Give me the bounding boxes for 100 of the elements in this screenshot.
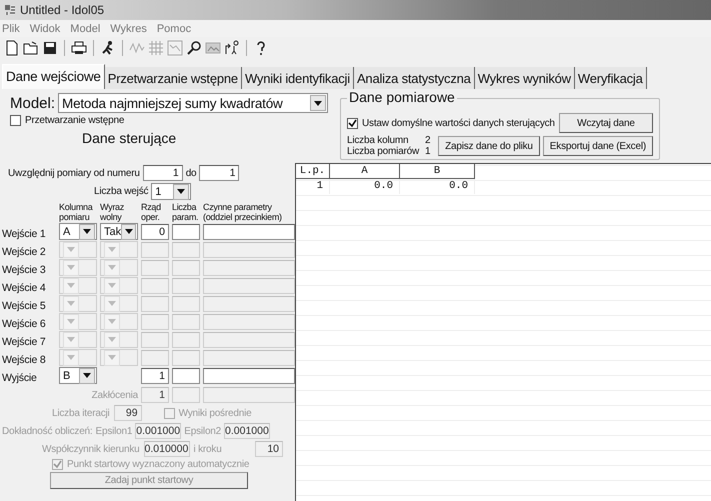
- menu-item[interactable]: Plik: [2, 22, 20, 34]
- dropdown-arrow-icon: [83, 373, 91, 378]
- menu-item[interactable]: Pomoc: [156, 22, 192, 34]
- precision-label: Dokładność obliczeń:: [2, 426, 92, 436]
- row-label: Wejście 6: [2, 318, 47, 330]
- parameters-field[interactable]: [203, 332, 295, 348]
- tab[interactable]: Przetwarzanie wstępne: [104, 67, 242, 89]
- model-dropdown[interactable]: Metoda najmniejszej sumy kwadratów: [58, 93, 328, 113]
- param-count-field[interactable]: [172, 368, 200, 384]
- intercept-dropdown[interactable]: [100, 277, 138, 294]
- intercept-dropdown[interactable]: [100, 331, 138, 348]
- parameters-field[interactable]: [203, 278, 295, 294]
- export-data-button[interactable]: Eksportuj dane (Excel): [542, 136, 653, 156]
- param-count-field[interactable]: [172, 242, 200, 258]
- intercept-dropdown[interactable]: [100, 295, 138, 312]
- input-count-dropdown[interactable]: 1: [151, 183, 192, 200]
- input-field[interactable]: 1: [199, 165, 240, 181]
- parameters-field[interactable]: [203, 350, 295, 366]
- order-field[interactable]: [141, 260, 169, 276]
- dropdown-arrow-icon: [177, 189, 186, 194]
- intercept-dropdown[interactable]: [100, 349, 138, 366]
- menu-item[interactable]: Widok: [30, 22, 60, 34]
- parameters-field[interactable]: [203, 387, 295, 403]
- dropdown-arrow-icon: [124, 229, 133, 234]
- column-heading: Wyraz wolny: [100, 202, 125, 222]
- param-count-field[interactable]: [172, 350, 200, 366]
- noise-label: Zakłócenia: [92, 390, 138, 401]
- parameters-field[interactable]: [203, 368, 295, 384]
- column-dropdown[interactable]: A: [59, 223, 97, 240]
- input-field[interactable]: 1: [142, 165, 183, 181]
- load-data-button[interactable]: Wczytaj dane: [558, 113, 653, 133]
- dropdown-arrow-icon: [67, 265, 75, 270]
- order-field[interactable]: [141, 314, 169, 330]
- param-count-field[interactable]: [172, 332, 200, 348]
- checkbox-label: Ustaw domyślne wartości danych sterujących: [362, 118, 555, 128]
- step-label: i kroku: [194, 444, 222, 454]
- printer-icon[interactable]: [71, 40, 87, 56]
- group-title: Dane pomiarowe: [347, 89, 457, 105]
- dropdown-arrow-icon: [314, 100, 322, 106]
- tab[interactable]: Wykres wyników: [474, 67, 575, 89]
- row-label: Wejście 3: [2, 264, 47, 276]
- dropdown-arrow-icon: [108, 355, 116, 360]
- dropdown-arrow-icon: [67, 283, 75, 288]
- order-field[interactable]: [141, 278, 169, 294]
- param-count-field[interactable]: [172, 278, 200, 294]
- param-count-field[interactable]: [172, 296, 200, 312]
- menu-item[interactable]: Model: [70, 22, 100, 34]
- save-data-button[interactable]: Zapisz dane do pliku: [438, 136, 540, 156]
- dropdown-arrow-icon: [108, 337, 116, 342]
- input-count-label: Liczba wejść: [94, 186, 148, 197]
- column-header: A: [330, 164, 400, 179]
- checkbox-label: Wyniki pośrednie: [178, 408, 252, 418]
- tab[interactable]: Weryfikacja: [574, 67, 647, 89]
- dropdown-arrow-icon: [67, 355, 75, 360]
- window-title: Untitled - Idol05: [20, 3, 104, 17]
- order-field[interactable]: [141, 332, 169, 348]
- row-label: Wejście 4: [2, 282, 47, 294]
- intercept-dropdown[interactable]: [100, 313, 138, 330]
- table-cell: 1: [296, 179, 330, 194]
- epsilon-label: Epsilon1: [96, 426, 132, 436]
- param-count-field[interactable]: [172, 314, 200, 330]
- param-count-field[interactable]: [172, 387, 200, 403]
- new-document-icon[interactable]: [4, 40, 20, 56]
- column-dropdown[interactable]: B: [59, 367, 97, 384]
- intercept-dropdown[interactable]: [100, 241, 138, 258]
- column-header: B: [400, 164, 475, 179]
- param-count-field[interactable]: [172, 224, 200, 240]
- dropdown-arrow-icon: [67, 319, 75, 324]
- param-count-field[interactable]: [172, 260, 200, 276]
- parameters-field[interactable]: [203, 296, 295, 312]
- epsilon-label: Epsilon2: [184, 426, 222, 436]
- intercept-dropdown[interactable]: [100, 259, 138, 276]
- tab[interactable]: Dane wejściowe: [2, 64, 105, 89]
- intercept-dropdown[interactable]: Tak: [100, 223, 138, 240]
- checkbox[interactable]: [10, 115, 21, 126]
- table-cell: 0.0: [330, 179, 400, 194]
- parameters-field[interactable]: [203, 260, 295, 276]
- tab[interactable]: Analiza statystyczna: [354, 67, 475, 89]
- arrow-icon[interactable]: [224, 40, 240, 56]
- parameters-field[interactable]: [203, 242, 295, 258]
- row-label: Wejście 5: [2, 300, 47, 312]
- order-field[interactable]: 0: [141, 224, 169, 240]
- column-heading: Czynne parametry (oddziel przecinkiem): [203, 202, 283, 222]
- row-label: Wejście 1: [2, 228, 47, 240]
- order-field[interactable]: 1: [141, 368, 169, 384]
- parameters-field[interactable]: [203, 314, 295, 330]
- menu-item[interactable]: Wykres: [110, 22, 147, 34]
- order-field[interactable]: [141, 242, 169, 258]
- folder-icon[interactable]: [23, 40, 39, 56]
- parameters-field[interactable]: [203, 224, 295, 240]
- row-label: Wejście 7: [2, 336, 47, 348]
- info-value: 1: [425, 146, 430, 157]
- column-header: L.p.: [296, 164, 330, 179]
- search-icon[interactable]: [186, 40, 202, 56]
- order-field[interactable]: [141, 296, 169, 312]
- tab[interactable]: Wyniki identyfikacji: [242, 67, 354, 89]
- save-icon[interactable]: [42, 40, 58, 56]
- checkbox-label: Punkt startowy wyznaczony automatycznie: [67, 459, 250, 470]
- order-field[interactable]: [141, 350, 169, 366]
- checkbox[interactable]: [347, 118, 358, 128]
